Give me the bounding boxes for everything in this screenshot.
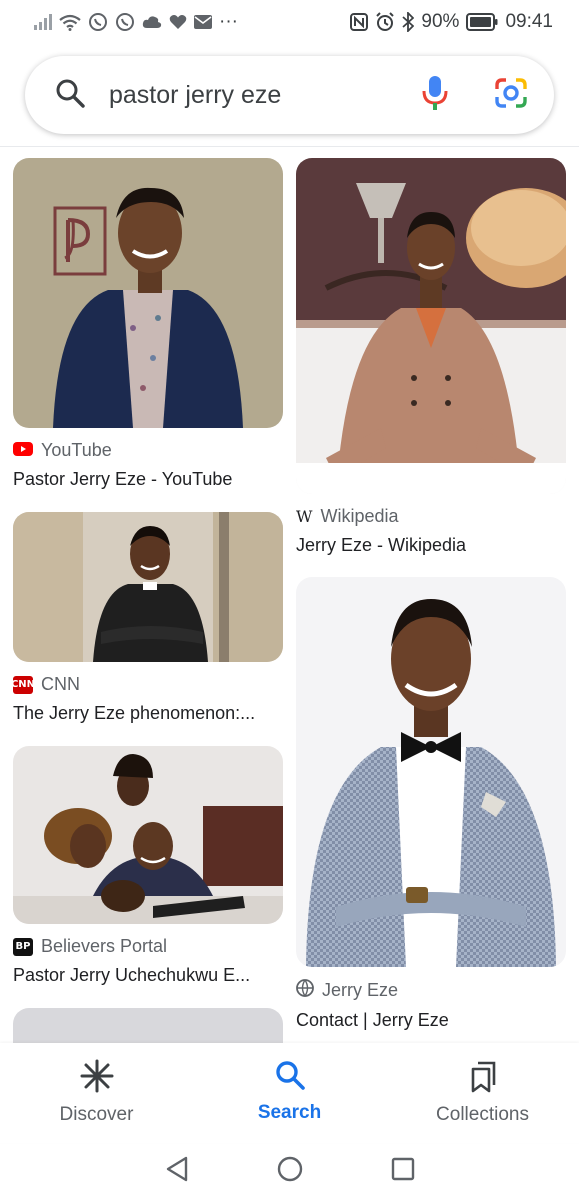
- battery-percent: 90%: [421, 11, 460, 32]
- result-card[interactable]: YouTube Pastor Jerry Eze - YouTube: [13, 158, 283, 490]
- nfc-icon: [350, 13, 369, 31]
- bottom-navigation: Discover Search Collections: [0, 1043, 579, 1143]
- result-title[interactable]: Pastor Jerry Eze - YouTube: [13, 469, 283, 490]
- result-card[interactable]: CNN CNN The Jerry Eze phenomenon:...: [11, 512, 283, 724]
- result-source: CNN CNN: [11, 674, 283, 695]
- youtube-icon: [13, 440, 33, 461]
- believers-portal-icon: BP: [13, 937, 33, 956]
- source-name: Believers Portal: [41, 936, 168, 956]
- result-thumbnail[interactable]: [296, 158, 566, 494]
- nav-label: Discover: [59, 1104, 134, 1125]
- result-title[interactable]: Jerry Eze - Wikipedia: [296, 535, 566, 556]
- search-actions: [422, 75, 528, 116]
- nav-label: Search: [257, 1102, 322, 1123]
- result-thumbnail[interactable]: [13, 746, 283, 924]
- search-icon[interactable]: [55, 78, 85, 113]
- more-notifications: ···: [219, 11, 238, 32]
- status-left: ···: [34, 11, 238, 33]
- bluetooth-icon: [402, 12, 415, 32]
- result-thumbnail[interactable]: [13, 158, 283, 428]
- google-lens-icon[interactable]: [494, 77, 528, 114]
- whatsapp-business-icon: [115, 12, 135, 32]
- result-thumbnail[interactable]: [13, 512, 283, 662]
- search-bar[interactable]: pastor jerry eze: [25, 56, 554, 134]
- whatsapp-icon: [88, 12, 108, 32]
- result-card[interactable]: [13, 1008, 283, 1043]
- nav-search[interactable]: Search: [193, 1043, 386, 1143]
- nav-discover[interactable]: Discover: [0, 1043, 193, 1143]
- heart-icon: [169, 14, 187, 30]
- clock: 09:41: [505, 11, 553, 32]
- cloud-icon: [142, 15, 162, 29]
- search-icon: [274, 1059, 306, 1096]
- source-name: CNN: [41, 674, 80, 694]
- collections-icon: [467, 1059, 499, 1098]
- result-title[interactable]: Pastor Jerry Uchechukwu E...: [13, 965, 283, 986]
- wifi-icon: [59, 14, 81, 31]
- signal-icon: [34, 14, 52, 30]
- globe-icon: [296, 979, 314, 1002]
- result-thumbnail[interactable]: [296, 577, 566, 967]
- result-source: BP Believers Portal: [13, 936, 283, 957]
- source-name: Wikipedia: [320, 506, 399, 526]
- result-source: YouTube: [13, 440, 283, 461]
- mail-icon: [194, 15, 212, 29]
- result-source: Jerry Eze: [296, 979, 566, 1002]
- result-thumbnail[interactable]: [13, 1008, 283, 1043]
- back-icon[interactable]: [165, 1156, 189, 1187]
- recents-icon[interactable]: [391, 1157, 415, 1186]
- home-icon[interactable]: [277, 1156, 303, 1187]
- result-title[interactable]: The Jerry Eze phenomenon:...: [13, 703, 283, 724]
- alarm-icon: [375, 12, 395, 32]
- result-card[interactable]: BP Believers Portal Pastor Jerry Uchechu…: [13, 746, 283, 986]
- result-card[interactable]: W Wikipedia Jerry Eze - Wikipedia: [296, 158, 566, 556]
- nav-collections[interactable]: Collections: [386, 1043, 579, 1143]
- cnn-icon: CNN: [11, 675, 35, 694]
- source-name: Jerry Eze: [322, 980, 399, 1000]
- system-navigation: [0, 1143, 579, 1200]
- wikipedia-icon: W: [296, 507, 313, 526]
- nav-label: Collections: [436, 1104, 529, 1125]
- status-bar: ··· 90% 09:41: [0, 0, 579, 44]
- search-input[interactable]: pastor jerry eze: [109, 81, 422, 110]
- image-results: YouTube Pastor Jerry Eze - YouTube CNN C…: [0, 147, 579, 1043]
- source-name: YouTube: [41, 440, 112, 460]
- battery-icon: [466, 13, 498, 31]
- microphone-icon[interactable]: [422, 75, 448, 116]
- status-right: 90% 09:41: [350, 11, 553, 33]
- asterisk-icon: [80, 1059, 114, 1098]
- result-title[interactable]: Contact | Jerry Eze: [296, 1010, 566, 1031]
- result-card[interactable]: Jerry Eze Contact | Jerry Eze: [296, 577, 566, 1031]
- result-source: W Wikipedia: [296, 506, 566, 527]
